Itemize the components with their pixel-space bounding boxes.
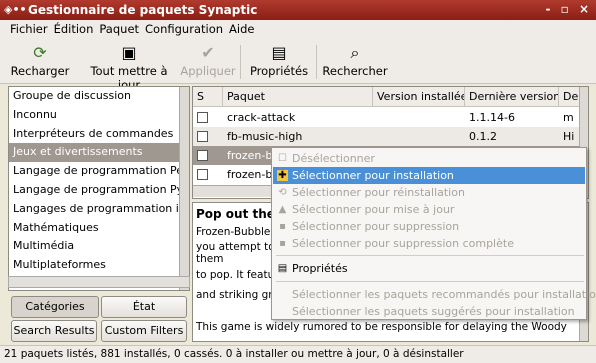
menu-item-mark-suggested[interactable]: Sélectionner les paquets suggérés pour i… bbox=[273, 303, 585, 320]
section-item[interactable]: Groupe de discussion bbox=[9, 87, 189, 106]
status-checkbox[interactable] bbox=[197, 169, 208, 180]
properties-label: Propriétés bbox=[249, 64, 309, 78]
menu-aide[interactable]: Aide bbox=[226, 20, 257, 36]
reload-icon: ⟳ bbox=[33, 43, 47, 62]
upgrade-all-icon: ▣ bbox=[121, 43, 137, 62]
section-item[interactable]: Langages de programmation ir bbox=[9, 200, 189, 219]
properties-button[interactable]: ▤ Propriétés bbox=[246, 42, 312, 78]
description-line: and striking gr bbox=[196, 289, 273, 301]
search-label: Rechercher bbox=[322, 64, 388, 78]
unmark-icon: ☐ bbox=[278, 153, 287, 164]
package-name: fb-music-high bbox=[227, 130, 303, 143]
section-item[interactable]: Langage de programmation Pe bbox=[9, 162, 189, 181]
description-line: This game is widely rumored to be respon… bbox=[196, 321, 567, 333]
title-bar: ◈•• Gestionnaire de paquets Synaptic - ▫… bbox=[0, 0, 596, 20]
section-item[interactable]: Langage de programmation Py bbox=[9, 181, 189, 200]
install-icon: ✚ bbox=[277, 170, 288, 181]
state-button[interactable]: État bbox=[101, 296, 187, 318]
custom-filters-button[interactable]: Custom Filters bbox=[101, 320, 187, 342]
section-item-selected[interactable]: Jeux et divertissements bbox=[9, 143, 189, 163]
window-title: Gestionnaire de paquets Synaptic bbox=[28, 3, 258, 17]
categories-button[interactable]: Catégories bbox=[11, 296, 99, 318]
menu-fichier[interactable]: Fichier bbox=[0, 20, 51, 36]
package-name: crack-attack bbox=[227, 111, 296, 124]
package-name: frozen-b bbox=[227, 149, 273, 162]
purge-icon: ▪ bbox=[279, 238, 286, 249]
section-list-hscrollbar[interactable] bbox=[8, 276, 190, 288]
section-item[interactable]: Multimédia bbox=[9, 237, 189, 256]
properties-icon: ▤ bbox=[277, 263, 288, 274]
column-header-latest[interactable]: Dernière version bbox=[465, 87, 559, 107]
description-title: Pop out the bbox=[196, 207, 275, 221]
description-line: them bbox=[196, 253, 224, 265]
toolbar-separator bbox=[240, 45, 241, 79]
section-item[interactable]: Mathématiques bbox=[9, 219, 189, 238]
remove-icon: ▪ bbox=[279, 221, 286, 232]
section-list[interactable]: Groupe de discussion Inconnu Interpréteu… bbox=[8, 86, 190, 291]
upgrade-icon: ▲ bbox=[278, 204, 287, 215]
apply-label: Appliquer bbox=[180, 64, 236, 78]
section-item[interactable]: Inconnu bbox=[9, 106, 189, 125]
section-item[interactable]: Interpréteurs de commandes bbox=[9, 125, 189, 144]
search-button[interactable]: ⌕ Rechercher bbox=[322, 42, 388, 78]
package-name: frozen-b bbox=[227, 168, 273, 181]
menu-item-properties[interactable]: ▤ Propriétés bbox=[273, 260, 585, 277]
menu-item-unmark[interactable]: ☐ Désélectionner bbox=[273, 150, 585, 167]
section-list-scrollbar[interactable] bbox=[179, 87, 189, 290]
latest-version: 0.1.2 bbox=[469, 130, 497, 143]
menu-separator bbox=[276, 255, 584, 256]
menu-item-mark-upgrade[interactable]: ▲ Sélectionner pour mise à jour bbox=[273, 201, 585, 218]
column-header-description[interactable]: De bbox=[559, 87, 581, 107]
context-menu: ☐ Désélectionner ✚ Sélectionner pour insta… bbox=[271, 147, 596, 320]
package-description: Hi bbox=[563, 130, 575, 143]
app-icon: ◈•• bbox=[4, 3, 27, 16]
toolbar-separator bbox=[316, 45, 317, 79]
toolbar: ⟳ Recharger ▣ Tout mettre à jour ✔ Appli… bbox=[0, 39, 596, 92]
table-row[interactable]: crack-attack 1.1.14-6 m bbox=[193, 108, 580, 127]
package-description: m bbox=[563, 111, 574, 124]
search-results-button[interactable]: Search Results bbox=[11, 320, 97, 342]
apply-button[interactable]: ✔ Appliquer bbox=[180, 42, 236, 78]
status-checkbox[interactable] bbox=[197, 131, 208, 142]
menu-item-mark-purge[interactable]: ▪ Sélectionner pour suppression complète bbox=[273, 235, 585, 252]
reload-label: Recharger bbox=[10, 64, 70, 78]
reinstall-icon: ⟲ bbox=[278, 187, 287, 198]
mark-all-upgrades-button[interactable]: ▣ Tout mettre à jour bbox=[80, 42, 178, 92]
menu-bar: Fichier Édition Paquet Configuration Aide bbox=[0, 20, 596, 39]
reload-button[interactable]: ⟳ Recharger bbox=[4, 42, 76, 78]
status-checkbox[interactable] bbox=[197, 150, 208, 161]
window-controls[interactable]: - ▫ × bbox=[545, 2, 592, 16]
properties-icon: ▤ bbox=[271, 43, 287, 62]
search-icon: ⌕ bbox=[350, 43, 360, 62]
menu-item-mark-reinstall[interactable]: ⟲ Sélectionner pour réinstallation bbox=[273, 184, 585, 201]
status-checkbox[interactable] bbox=[197, 112, 208, 123]
table-row[interactable]: fb-music-high 0.1.2 Hi bbox=[193, 127, 580, 146]
description-line: to pop. It featu bbox=[196, 269, 275, 281]
status-bar: 21 paquets listés, 881 installés, 0 cass… bbox=[0, 345, 596, 363]
menu-edition[interactable]: Édition bbox=[51, 20, 97, 36]
description-line: you attempt to bbox=[196, 241, 275, 253]
menu-item-mark-install[interactable]: ✚ Sélectionner pour installation bbox=[273, 167, 585, 184]
menu-paquet[interactable]: Paquet bbox=[96, 20, 142, 36]
menu-configuration[interactable]: Configuration bbox=[142, 20, 226, 36]
latest-version: 1.1.14-6 bbox=[469, 111, 515, 124]
column-header-status[interactable]: S bbox=[193, 87, 223, 107]
column-header-package[interactable]: Paquet bbox=[223, 87, 373, 107]
apply-icon: ✔ bbox=[201, 43, 215, 62]
menu-separator bbox=[276, 281, 584, 282]
menu-item-mark-remove[interactable]: ▪ Sélectionner pour suppression bbox=[273, 218, 585, 235]
description-line: Frozen-Bubble bbox=[196, 226, 271, 238]
column-header-installed[interactable]: Version installée bbox=[373, 87, 465, 107]
section-item[interactable]: Multiplateformes bbox=[9, 256, 189, 275]
menu-item-mark-recommended[interactable]: Sélectionner les paquets recommandés pou… bbox=[273, 286, 596, 303]
